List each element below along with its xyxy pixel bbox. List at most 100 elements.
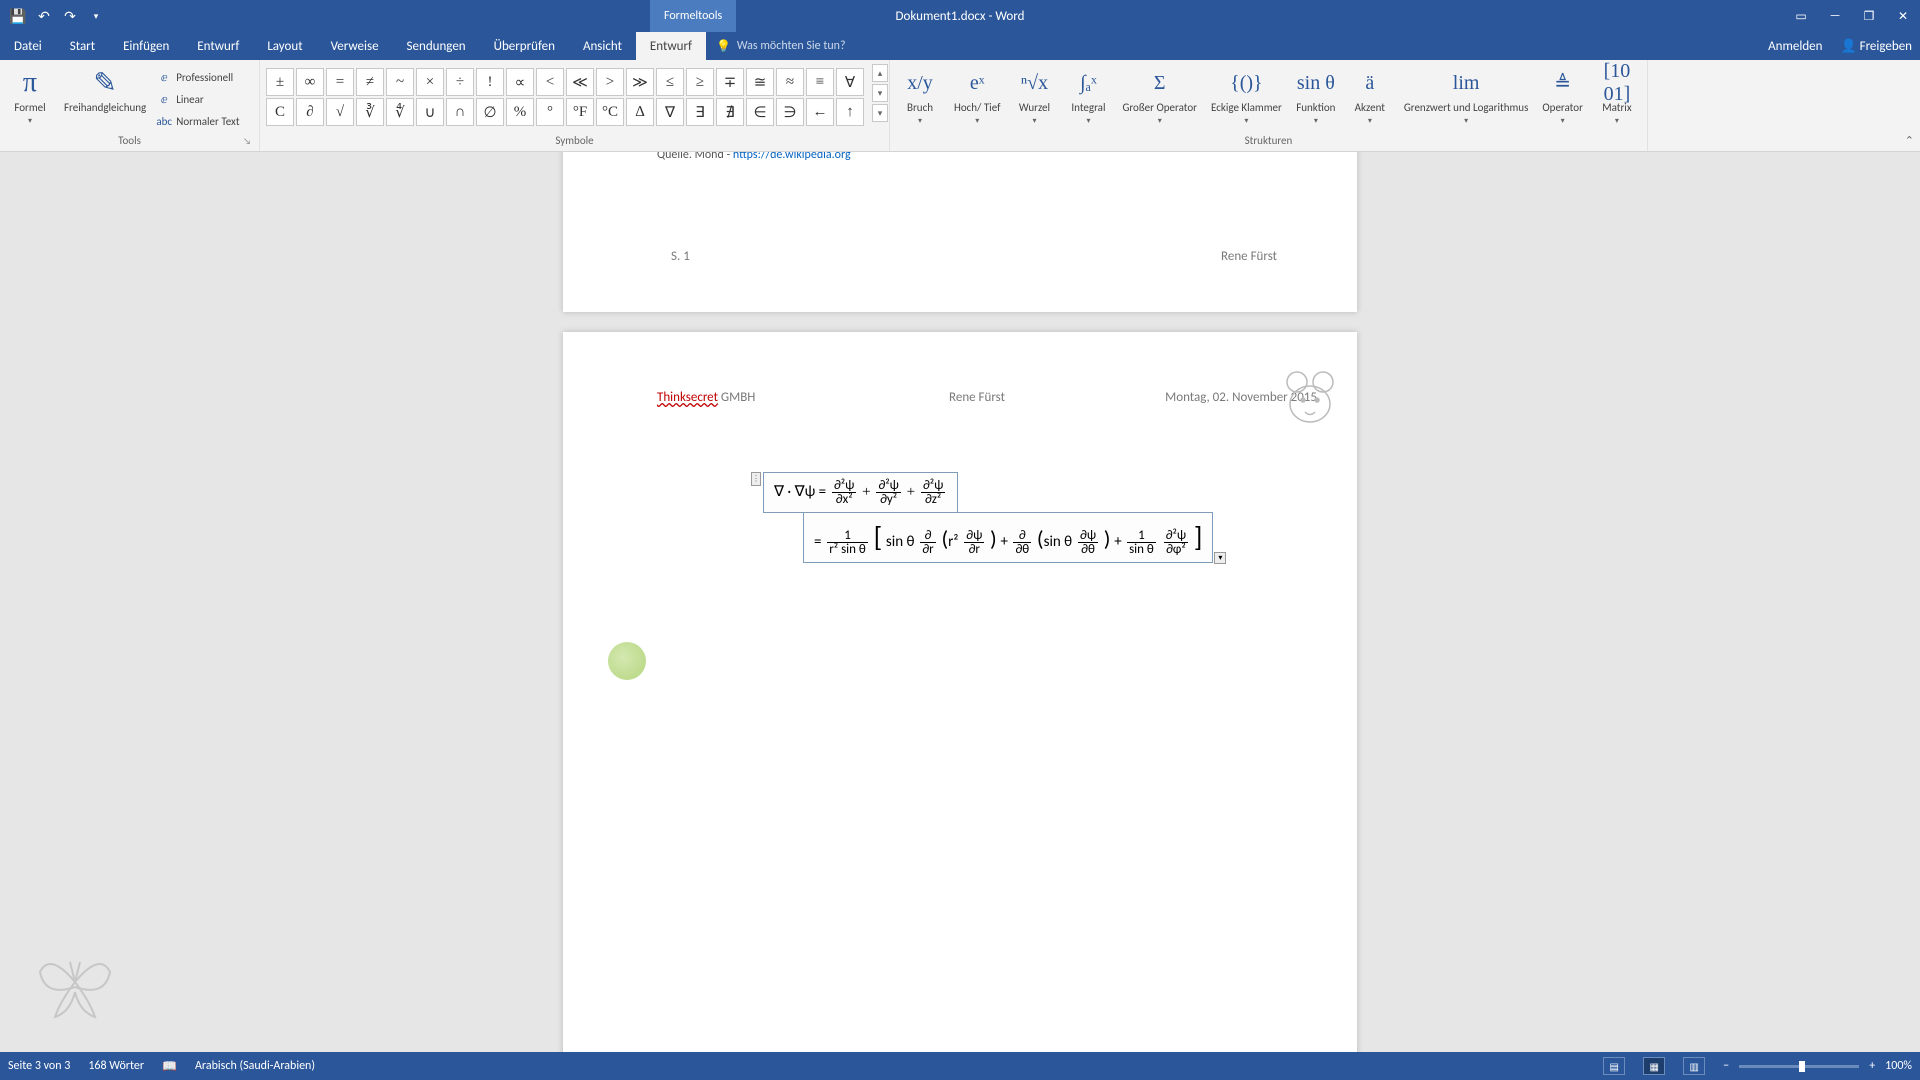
symbol-cell[interactable]: ∆ bbox=[626, 98, 654, 126]
symbol-cell[interactable]: ∞ bbox=[296, 68, 324, 96]
print-layout-icon[interactable]: ▦ bbox=[1643, 1057, 1665, 1075]
formel-button[interactable]: π Formel ▾ bbox=[6, 64, 54, 128]
symbol-cell[interactable]: ∪ bbox=[416, 98, 444, 126]
status-proofing-icon[interactable]: 📖 bbox=[162, 1059, 177, 1074]
scroll-down-icon[interactable]: ▾ bbox=[872, 84, 888, 102]
symbol-cell[interactable]: ∓ bbox=[716, 68, 744, 96]
gallery-more-icon[interactable]: ▾ bbox=[872, 104, 888, 122]
status-page[interactable]: Seite 3 von 3 bbox=[8, 1059, 70, 1073]
collapse-ribbon-icon[interactable]: ⌃ bbox=[1905, 134, 1914, 147]
source-link[interactable]: https://de.wikipedia.org bbox=[733, 152, 851, 162]
status-words[interactable]: 168 Wörter bbox=[88, 1059, 144, 1073]
symbol-cell[interactable]: ∄ bbox=[716, 98, 744, 126]
symbol-cell[interactable]: ~ bbox=[386, 68, 414, 96]
minimize-icon[interactable]: — bbox=[1818, 0, 1852, 32]
hochtief-button[interactable]: eˣ Hoch/ Tief ▾ bbox=[950, 64, 1004, 128]
symbol-cell[interactable]: C bbox=[266, 98, 294, 126]
symbol-cell[interactable]: ← bbox=[806, 98, 834, 126]
web-layout-icon[interactable]: ▥ bbox=[1683, 1057, 1705, 1075]
professionell-button[interactable]: ⅇProfessionell bbox=[156, 66, 253, 88]
symbol-cell[interactable]: °C bbox=[596, 98, 624, 126]
operator-button[interactable]: ≜ Operator ▾ bbox=[1538, 64, 1587, 128]
symbol-cell[interactable]: ∇ bbox=[656, 98, 684, 126]
matrix-button[interactable]: [10 01] Matrix ▾ bbox=[1593, 64, 1641, 128]
tab-einfuegen[interactable]: Einfügen bbox=[109, 32, 183, 60]
symbol-gallery[interactable]: ±∞=≠~×÷!∝<≪>≫≤≥∓≅≈≡∀ C∂√∛∜∪∩∅%°°F°C∆∇∃∄∈… bbox=[266, 64, 864, 126]
symbol-cell[interactable]: ∋ bbox=[776, 98, 804, 126]
share-button[interactable]: 👤 Freigeben bbox=[1840, 39, 1912, 54]
tab-ansicht[interactable]: Ansicht bbox=[569, 32, 636, 60]
normaler-text-button[interactable]: abcNormaler Text bbox=[156, 110, 253, 132]
symbol-cell[interactable]: = bbox=[326, 68, 354, 96]
symbol-cell[interactable]: > bbox=[596, 68, 624, 96]
document-area[interactable]: Quelle. Mond - https://de.wikipedia.org … bbox=[0, 152, 1920, 1052]
symbol-cell[interactable]: ∛ bbox=[356, 98, 384, 126]
zoom-in-icon[interactable]: + bbox=[1869, 1059, 1875, 1073]
equation-line2[interactable]: = 1r² sin θ [ sin θ ∂∂r (r² ∂ψ∂r ) + ∂∂θ… bbox=[803, 512, 1213, 563]
restore-icon[interactable]: ❐ bbox=[1852, 0, 1886, 32]
symbol-cell[interactable]: ≫ bbox=[626, 68, 654, 96]
symbol-cell[interactable]: ÷ bbox=[446, 68, 474, 96]
symbol-cell[interactable]: ∂ bbox=[296, 98, 324, 126]
qat-dropdown-icon[interactable]: ▾ bbox=[84, 4, 108, 28]
symbol-cell[interactable]: ∜ bbox=[386, 98, 414, 126]
grosser-button[interactable]: Σ Großer Operator ▾ bbox=[1118, 64, 1201, 128]
equation-options-icon[interactable]: ▾ bbox=[1214, 552, 1226, 564]
symbol-cell[interactable]: ≡ bbox=[806, 68, 834, 96]
symbol-cell[interactable]: ∩ bbox=[446, 98, 474, 126]
symbol-cell[interactable]: ° bbox=[536, 98, 564, 126]
symbol-cell[interactable]: ≤ bbox=[656, 68, 684, 96]
undo-icon[interactable]: ↶ bbox=[32, 4, 56, 28]
symbol-cell[interactable]: √ bbox=[326, 98, 354, 126]
symbol-cell[interactable]: % bbox=[506, 98, 534, 126]
close-icon[interactable]: ✕ bbox=[1886, 0, 1920, 32]
equation-handle-icon[interactable]: ⋮ bbox=[751, 472, 761, 486]
zoom-out-icon[interactable]: − bbox=[1723, 1059, 1729, 1073]
read-mode-icon[interactable]: ▤ bbox=[1603, 1057, 1625, 1075]
grenzwert-button[interactable]: lim Grenzwert und Logarithmus ▾ bbox=[1400, 64, 1533, 128]
freihand-button[interactable]: ✎ Freihandgleichung bbox=[60, 64, 150, 116]
symbol-cell[interactable]: ! bbox=[476, 68, 504, 96]
symbol-cell[interactable]: × bbox=[416, 68, 444, 96]
symbol-cell[interactable]: °F bbox=[566, 98, 594, 126]
equation-line1[interactable]: ∇ · ∇ψ = ∂²ψ∂x² + ∂²ψ∂y² + ∂²ψ∂z² bbox=[763, 472, 958, 513]
linear-button[interactable]: ⅇLinear bbox=[156, 88, 253, 110]
integral-button[interactable]: ∫ₐˣ Integral ▾ bbox=[1064, 64, 1112, 128]
tab-layout[interactable]: Layout bbox=[253, 32, 316, 60]
tab-entwurf[interactable]: Entwurf bbox=[183, 32, 253, 60]
symbol-cell[interactable]: ≪ bbox=[566, 68, 594, 96]
funktion-button[interactable]: sin θ Funktion ▾ bbox=[1292, 64, 1340, 128]
wurzel-button[interactable]: ⁿ√x Wurzel ▾ bbox=[1010, 64, 1058, 128]
symbol-cell[interactable]: ∅ bbox=[476, 98, 504, 126]
tab-start[interactable]: Start bbox=[56, 32, 109, 60]
bruch-button[interactable]: x/y Bruch ▾ bbox=[896, 64, 944, 128]
tab-sendungen[interactable]: Sendungen bbox=[393, 32, 480, 60]
tab-ueberpruefen[interactable]: Überprüfen bbox=[480, 32, 569, 60]
tell-me-search[interactable]: 💡 Was möchten Sie tun? bbox=[706, 32, 846, 60]
symbol-cell[interactable]: ∝ bbox=[506, 68, 534, 96]
ribbon-options-icon[interactable]: ▭ bbox=[1784, 0, 1818, 32]
equation-object[interactable]: ⋮ ∇ · ∇ψ = ∂²ψ∂x² + ∂²ψ∂y² + ∂²ψ∂z² = 1r… bbox=[763, 472, 1213, 563]
symbol-cell[interactable]: < bbox=[536, 68, 564, 96]
redo-icon[interactable]: ↷ bbox=[58, 4, 82, 28]
symbol-cell[interactable]: ≠ bbox=[356, 68, 384, 96]
klammer-button[interactable]: {()} Eckige Klammer ▾ bbox=[1207, 64, 1286, 128]
symbol-cell[interactable]: ± bbox=[266, 68, 294, 96]
symbol-cell[interactable]: ↑ bbox=[836, 98, 864, 126]
symbol-cell[interactable]: ∃ bbox=[686, 98, 714, 126]
symbol-cell[interactable]: ∀ bbox=[836, 68, 864, 96]
signin-link[interactable]: Anmelden bbox=[1768, 39, 1822, 54]
tab-datei[interactable]: Datei bbox=[0, 32, 56, 60]
symbol-cell[interactable]: ≈ bbox=[776, 68, 804, 96]
save-icon[interactable]: 💾 bbox=[6, 4, 30, 28]
status-language[interactable]: Arabisch (Saudi-Arabien) bbox=[195, 1059, 315, 1073]
symbol-cell[interactable]: ≥ bbox=[686, 68, 714, 96]
symbol-cell[interactable]: ≅ bbox=[746, 68, 774, 96]
akzent-button[interactable]: ä Akzent ▾ bbox=[1346, 64, 1394, 128]
symbol-gallery-scroll[interactable]: ▴ ▾ ▾ bbox=[872, 64, 888, 122]
zoom-value[interactable]: 100% bbox=[1885, 1059, 1912, 1073]
zoom-slider[interactable] bbox=[1739, 1065, 1859, 1068]
dialog-launcher-icon[interactable]: ↘ bbox=[243, 136, 251, 147]
scroll-up-icon[interactable]: ▴ bbox=[872, 64, 888, 82]
tab-entwurf-formel[interactable]: Entwurf bbox=[636, 32, 706, 60]
